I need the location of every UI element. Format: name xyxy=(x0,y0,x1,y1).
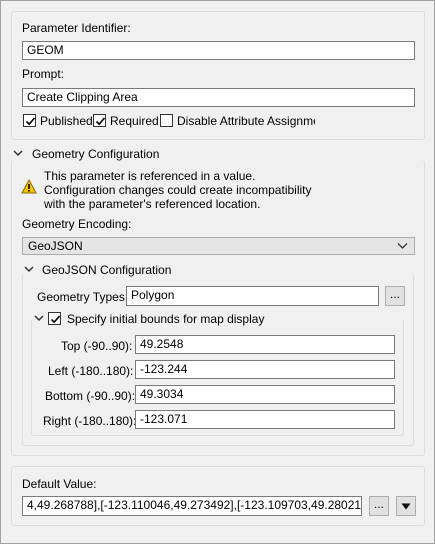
parameter-identifier-input[interactable]: GEOM xyxy=(22,41,415,60)
warning-line-1: This parameter is referenced in a value. xyxy=(44,169,256,183)
geometry-encoding-value: GeoJSON xyxy=(28,239,83,253)
bounds-bottom-input[interactable]: 49.3034 xyxy=(135,385,395,404)
default-value-browse-button[interactable]: ... xyxy=(369,496,389,516)
warning-icon xyxy=(21,179,37,194)
chevron-down-icon xyxy=(397,243,408,249)
geometry-encoding-label: Geometry Encoding: xyxy=(22,217,132,231)
chevron-down-icon[interactable] xyxy=(24,265,34,273)
prompt-label: Prompt: xyxy=(22,67,65,81)
warning-line-3: with the parameter's referenced location… xyxy=(44,197,261,211)
bounds-top-label: Top (-90..90): xyxy=(61,339,133,353)
checkmark-icon xyxy=(50,315,61,324)
checkmark-icon xyxy=(25,117,36,126)
bounds-top-input[interactable]: 49.2548 xyxy=(135,335,395,354)
published-label: Published xyxy=(40,114,93,128)
prompt-input[interactable]: Create Clipping Area xyxy=(22,88,415,107)
chevron-down-icon[interactable] xyxy=(34,314,44,322)
triangle-down-icon xyxy=(401,503,411,510)
parameter-editor-dialog: Parameter Identifier: GEOM Prompt: Creat… xyxy=(0,0,435,544)
geometry-types-label: Geometry Types: xyxy=(37,290,129,304)
geometry-encoding-select[interactable]: GeoJSON xyxy=(22,237,415,255)
required-checkbox[interactable] xyxy=(93,114,106,127)
required-label: Required xyxy=(110,114,159,128)
disable-attribute-label: Disable Attribute Assignment xyxy=(177,114,315,128)
bounds-right-label: Right (-180..180): xyxy=(43,414,137,428)
chevron-down-icon[interactable] xyxy=(13,149,23,157)
disable-attribute-checkbox[interactable] xyxy=(160,114,173,127)
warning-line-2: Configuration changes could create incom… xyxy=(44,183,312,197)
bounds-right-input[interactable]: -123.071 xyxy=(135,410,395,429)
geometry-types-input[interactable]: Polygon xyxy=(126,286,379,306)
bounds-left-label: Left (-180..180): xyxy=(48,364,134,378)
geometry-configuration-title: Geometry Configuration xyxy=(32,147,160,161)
specify-bounds-label: Specify initial bounds for map display xyxy=(67,312,265,326)
default-value-input[interactable]: 4,49.268788],[-123.110046,49.273492],[-1… xyxy=(22,496,362,516)
geojson-configuration-title: GeoJSON Configuration xyxy=(42,263,172,277)
specify-bounds-checkbox[interactable] xyxy=(48,312,61,325)
geometry-types-browse-button[interactable]: ... xyxy=(385,286,405,306)
checkmark-icon xyxy=(95,117,106,126)
default-value-menu-button[interactable] xyxy=(396,496,416,516)
bounds-left-input[interactable]: -123.244 xyxy=(135,360,395,379)
bounds-bottom-label: Bottom (-90..90): xyxy=(45,389,136,403)
default-value-label: Default Value: xyxy=(22,477,97,491)
published-checkbox[interactable] xyxy=(23,114,36,127)
parameter-identifier-label: Parameter Identifier: xyxy=(22,21,131,35)
